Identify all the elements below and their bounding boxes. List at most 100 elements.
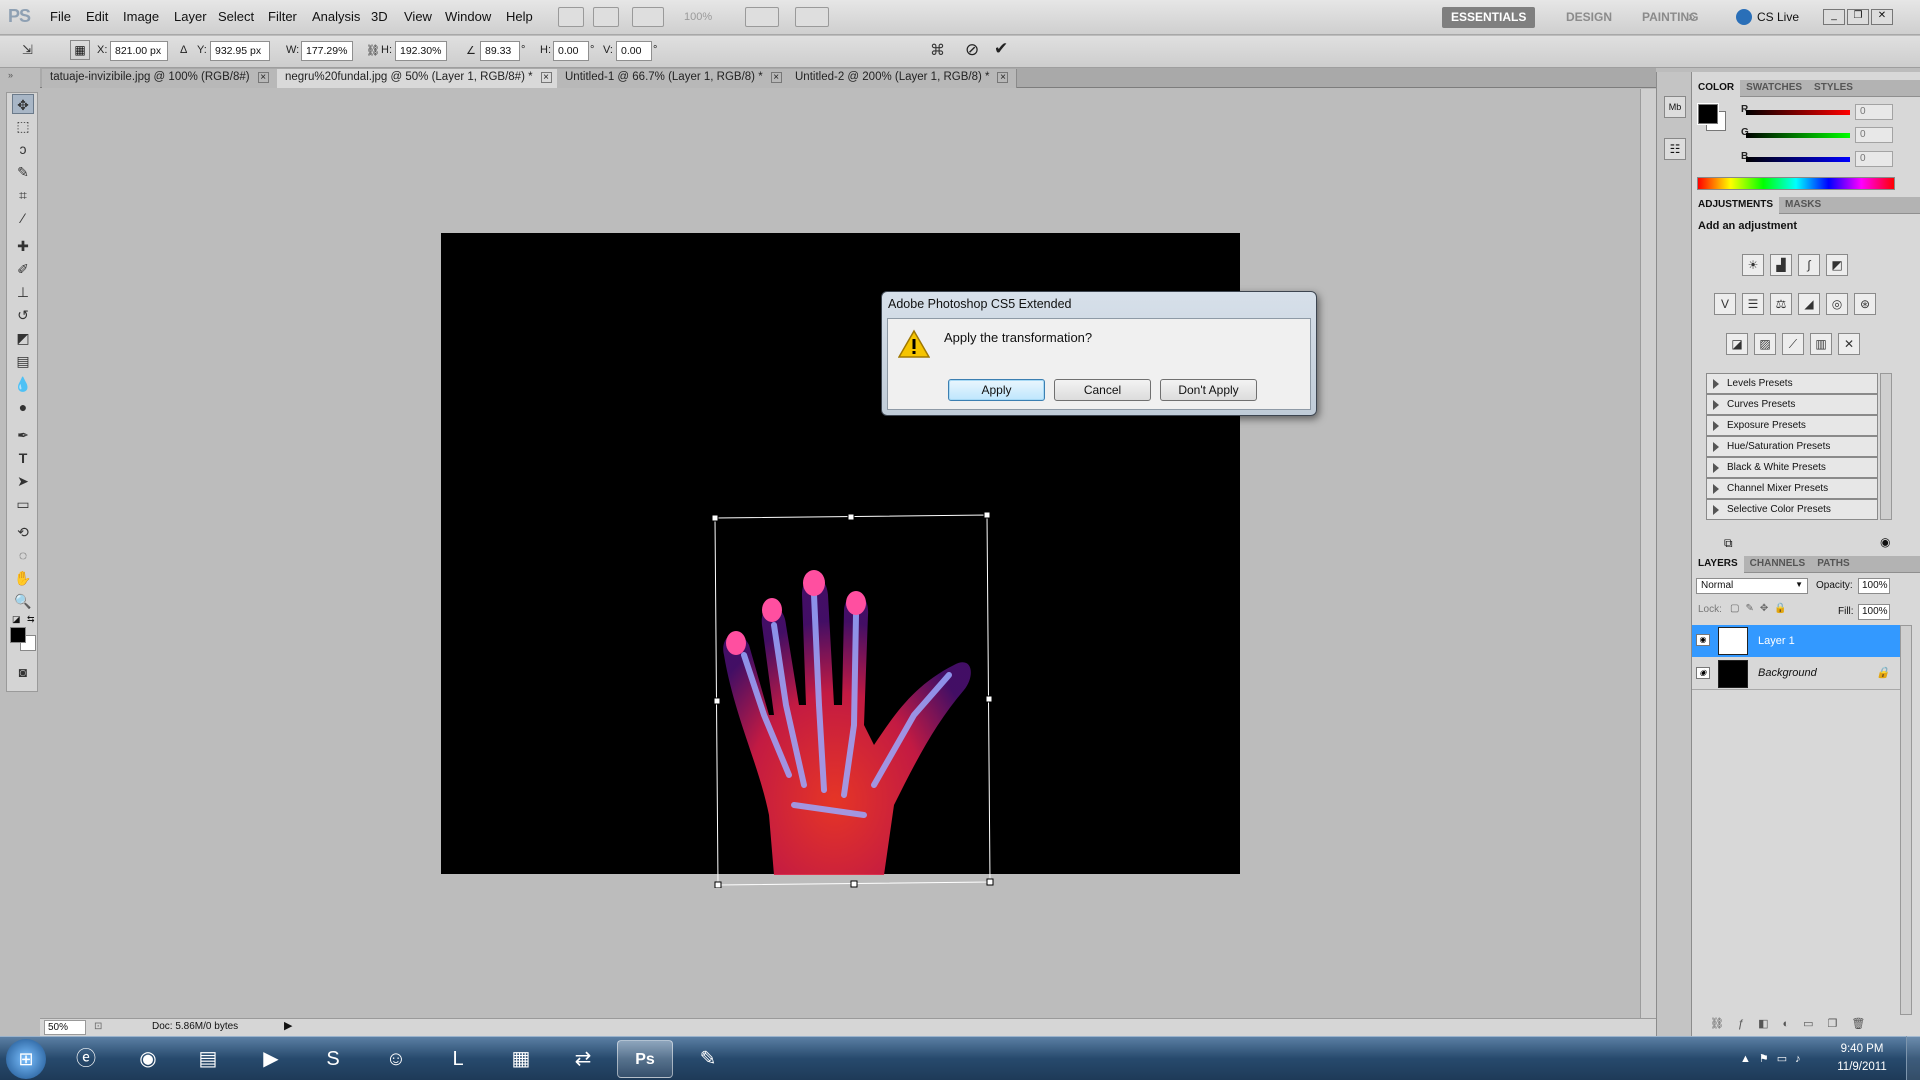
invert-icon[interactable]: ◪	[1726, 333, 1748, 355]
reference-point-icon[interactable]: ▦	[70, 40, 90, 60]
layers-scrollbar[interactable]	[1900, 625, 1912, 1015]
color-balance-icon[interactable]: ⚖	[1770, 293, 1792, 315]
workspace-essentials[interactable]: ESSENTIALS	[1442, 7, 1536, 28]
brightness-contrast-icon[interactable]: ☀	[1742, 254, 1764, 276]
color-spectrum-bar[interactable]	[1697, 177, 1895, 190]
close-tab-icon[interactable]: ×	[540, 72, 552, 83]
preset-hue-saturation[interactable]: Hue/Saturation Presets	[1706, 436, 1878, 457]
firefox-icon[interactable]: ◉	[120, 1040, 176, 1078]
selective-color-icon[interactable]: ✕	[1838, 333, 1860, 355]
green-slider[interactable]	[1746, 133, 1850, 138]
adjustment-options-icon[interactable]: ◉	[1880, 535, 1890, 549]
type-tool-icon[interactable]: T	[12, 448, 34, 468]
lock-options-icon[interactable]: ▢✎✥🔒	[1730, 603, 1793, 614]
tab-adjustments[interactable]: ADJUSTMENTS	[1692, 197, 1780, 214]
crop-tool-icon[interactable]: ⌗	[12, 185, 34, 205]
close-tab-icon[interactable]: ×	[997, 72, 1009, 83]
dodge-tool-icon[interactable]: ●	[12, 397, 34, 417]
system-tray-icons[interactable]: ▲⚑▭♪	[1740, 1052, 1809, 1065]
layer-name[interactable]: Layer 1	[1758, 635, 1795, 647]
clock-date[interactable]: 11/9/2011	[1830, 1061, 1894, 1073]
transform-tool-icon[interactable]: ⇲	[22, 42, 44, 60]
close-button[interactable]: ✕	[1871, 9, 1893, 25]
threshold-icon[interactable]: ⟋	[1782, 333, 1804, 355]
menu-zoom-level[interactable]: 100%	[684, 11, 712, 23]
height-field[interactable]: 192.30%	[395, 41, 447, 61]
y-position-field[interactable]: 932.95 px	[210, 41, 270, 61]
show-desktop-button[interactable]	[1906, 1036, 1920, 1080]
quick-selection-tool-icon[interactable]: ✎	[12, 162, 34, 182]
cancel-transform-icon[interactable]: ⊘	[965, 40, 979, 60]
cancel-button[interactable]: Cancel	[1054, 379, 1151, 401]
blur-tool-icon[interactable]: 💧	[12, 374, 34, 394]
width-field[interactable]: 177.29%	[301, 41, 353, 61]
preset-channel-mixer[interactable]: Channel Mixer Presets	[1706, 478, 1878, 499]
yahoo-messenger-icon[interactable]: ☺	[368, 1040, 424, 1078]
gradient-map-icon[interactable]: ▥	[1810, 333, 1832, 355]
zoom-level-field[interactable]: 50%	[44, 1020, 86, 1035]
tab-paths[interactable]: PATHS	[1811, 556, 1855, 573]
league-of-legends-icon[interactable]: L	[430, 1040, 486, 1078]
tab-untitled-1[interactable]: Untitled-1 @ 66.7% (Layer 1, RGB/8) * ×	[557, 69, 791, 88]
menu-window[interactable]: Window	[445, 9, 491, 24]
minimize-button[interactable]: _	[1823, 9, 1845, 25]
photoshop-taskbar-icon[interactable]: Ps	[617, 1040, 673, 1078]
layers-footer-icons[interactable]: ⛓ƒ◧◐▭❐🗑	[1710, 1017, 1879, 1030]
gradient-tool-icon[interactable]: ▤	[12, 351, 34, 371]
start-button[interactable]: ⊞	[6, 1039, 46, 1079]
rotation-field[interactable]: 89.33	[480, 41, 520, 61]
marquee-tool-icon[interactable]: ⬚	[12, 116, 34, 136]
photo-filter-icon[interactable]: ◎	[1826, 293, 1848, 315]
blue-value-field[interactable]: 0	[1855, 151, 1893, 167]
preset-exposure[interactable]: Exposure Presets	[1706, 415, 1878, 436]
history-brush-tool-icon[interactable]: ↺	[12, 305, 34, 325]
menu-layer[interactable]: Layer	[174, 9, 207, 24]
horizontal-skew-field[interactable]: 0.00	[553, 41, 589, 61]
exposure-icon[interactable]: ◩	[1826, 254, 1848, 276]
vibrance-icon[interactable]: V	[1714, 293, 1736, 315]
preset-curves[interactable]: Curves Presets	[1706, 394, 1878, 415]
tab-layers[interactable]: LAYERS	[1692, 556, 1744, 573]
move-tool-icon[interactable]: ✥	[12, 94, 34, 114]
tab-negru-fundal[interactable]: negru%20fundal.jpg @ 50% (Layer 1, RGB/8…	[277, 69, 561, 88]
screen-mode-icon[interactable]	[795, 7, 829, 27]
tab-channels[interactable]: CHANNELS	[1744, 556, 1812, 573]
lasso-tool-icon[interactable]: ↄ	[12, 139, 34, 159]
red-slider[interactable]	[1746, 110, 1850, 115]
black-white-icon[interactable]: ◢	[1798, 293, 1820, 315]
transform-bounding-box[interactable]	[710, 512, 996, 888]
close-tab-icon[interactable]: ×	[257, 72, 269, 83]
menu-analysis[interactable]: Analysis	[312, 9, 360, 24]
red-value-field[interactable]: 0	[1855, 104, 1893, 120]
dont-apply-button[interactable]: Don't Apply	[1160, 379, 1257, 401]
preset-levels[interactable]: Levels Presets	[1706, 373, 1878, 394]
menu-edit[interactable]: Edit	[86, 9, 108, 24]
eye-icon[interactable]: ◉	[1696, 667, 1710, 679]
arrange-documents-icon[interactable]	[745, 7, 779, 27]
preset-black-white[interactable]: Black & White Presets	[1706, 457, 1878, 478]
default-colors-icon[interactable]: ◪	[12, 614, 21, 625]
apply-button[interactable]: Apply	[948, 379, 1045, 401]
menu-3d[interactable]: 3D	[371, 9, 388, 24]
cs-live-menu[interactable]: CS Live	[1757, 10, 1799, 24]
workspace-painting[interactable]: PAINTING	[1633, 7, 1707, 28]
brush-tool-icon[interactable]: ✐	[12, 259, 34, 279]
layer-row-background[interactable]: ◉ Background 🔒	[1692, 658, 1900, 690]
status-info-icon[interactable]: ⊡	[94, 1021, 102, 1032]
media-player-classic-icon[interactable]: ▦	[493, 1040, 549, 1078]
tab-color[interactable]: COLOR	[1692, 80, 1741, 97]
extras-icon[interactable]	[632, 7, 664, 27]
menu-select[interactable]: Select	[218, 9, 254, 24]
clone-stamp-tool-icon[interactable]: ⊥	[12, 282, 34, 302]
layer-row-layer-1[interactable]: ◉ Layer 1	[1692, 625, 1900, 657]
skype-icon[interactable]: S	[305, 1040, 361, 1078]
collapse-toolbox-icon[interactable]: »	[8, 70, 13, 80]
x-position-field[interactable]: 821.00 px	[110, 41, 168, 61]
mini-bridge-panel-icon[interactable]: Mb	[1664, 96, 1686, 118]
tab-untitled-2[interactable]: Untitled-2 @ 200% (Layer 1, RGB/8) * ×	[787, 69, 1018, 88]
explorer-folder-icon[interactable]: ▤	[180, 1040, 236, 1078]
bridge-icon[interactable]	[558, 7, 584, 27]
restore-button[interactable]: ❐	[1847, 9, 1869, 25]
zoom-tool-icon[interactable]: 🔍	[12, 591, 34, 611]
layer-name[interactable]: Background	[1758, 667, 1817, 679]
